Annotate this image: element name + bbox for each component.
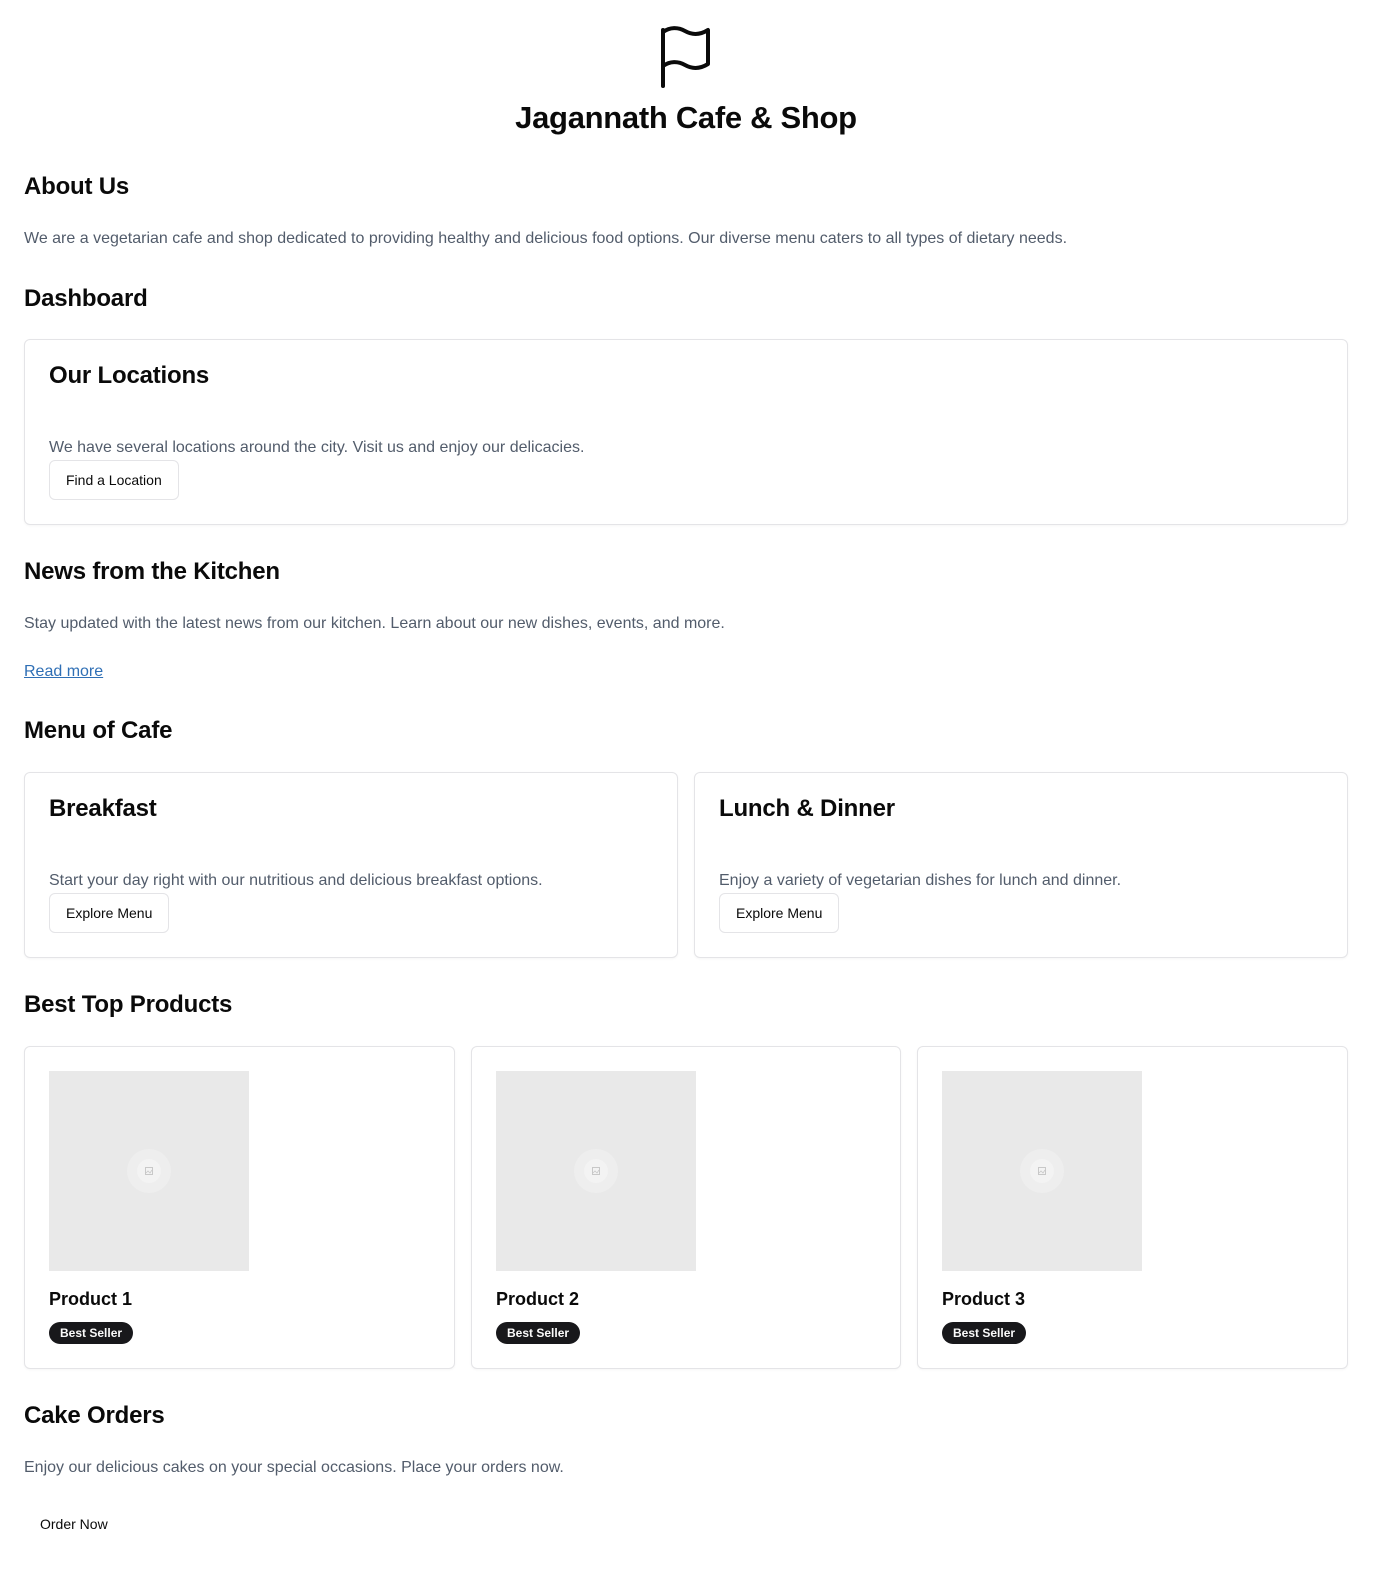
locations-card: Our Locations We have several locations … — [24, 339, 1348, 525]
locations-title: Our Locations — [49, 362, 210, 389]
product-name: Product 1 — [49, 1289, 133, 1309]
menu-heading: Menu of Cafe — [24, 717, 173, 744]
explore-menu-button[interactable]: Explore Menu — [49, 893, 170, 933]
products-heading: Best Top Products — [24, 991, 233, 1018]
product-card[interactable]: Product 3 Best Seller — [917, 1046, 1348, 1369]
product-name: Product 3 — [942, 1289, 1026, 1309]
product-image — [496, 1071, 696, 1271]
best-seller-badge: Best Seller — [49, 1322, 134, 1344]
menu-card-title: Lunch & Dinner — [719, 795, 895, 822]
about-heading: About Us — [24, 173, 130, 200]
best-seller-badge: Best Seller — [942, 1322, 1027, 1344]
product-card[interactable]: Product 1 Best Seller — [24, 1046, 455, 1369]
news-heading: News from the Kitchen — [24, 558, 280, 585]
image-placeholder-icon — [1020, 1149, 1064, 1193]
dashboard-heading: Dashboard — [24, 285, 148, 312]
menu-card-breakfast: Breakfast Start your day right with our … — [24, 772, 678, 958]
menu-card-text: Enjoy a variety of vegetarian dishes for… — [719, 872, 1122, 889]
order-now-button[interactable]: Order Now — [24, 1504, 124, 1544]
product-image — [49, 1071, 249, 1271]
find-location-button[interactable]: Find a Location — [49, 460, 179, 500]
product-image — [942, 1071, 1142, 1271]
menu-card-title: Breakfast — [49, 795, 157, 822]
about-text: We are a vegetarian cafe and shop dedica… — [24, 230, 1068, 247]
image-placeholder-icon — [127, 1149, 171, 1193]
cakes-text: Enjoy our delicious cakes on your specia… — [24, 1459, 564, 1476]
logo — [24, 26, 1348, 88]
explore-menu-button[interactable]: Explore Menu — [719, 893, 840, 933]
product-name: Product 2 — [496, 1289, 580, 1309]
news-text: Stay updated with the latest news from o… — [24, 615, 725, 632]
cakes-heading: Cake Orders — [24, 1402, 165, 1429]
image-placeholder-icon — [574, 1149, 618, 1193]
menu-card-text: Start your day right with our nutritious… — [49, 872, 543, 889]
flag-icon — [661, 26, 710, 88]
locations-text: We have several locations around the cit… — [49, 439, 585, 456]
read-more-link[interactable]: Read more — [24, 663, 103, 681]
product-card[interactable]: Product 2 Best Seller — [471, 1046, 901, 1369]
site-title: Jagannath Cafe & Shop — [515, 100, 857, 135]
best-seller-badge: Best Seller — [496, 1322, 581, 1344]
menu-card-lunch-dinner: Lunch & Dinner Enjoy a variety of vegeta… — [694, 772, 1348, 958]
